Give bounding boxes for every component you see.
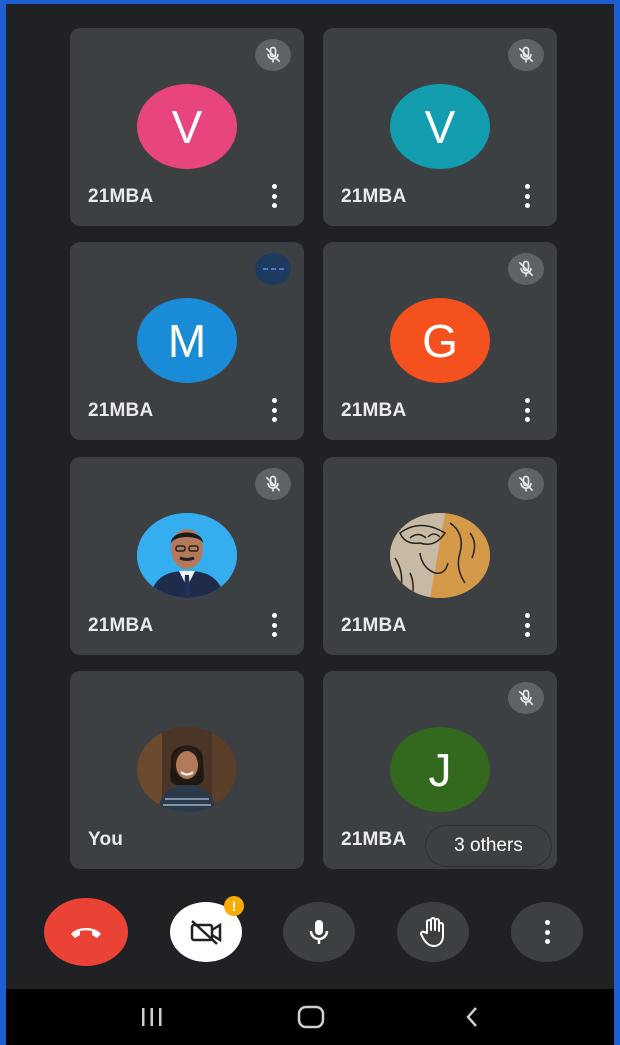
mic-off-icon <box>255 468 291 500</box>
avatar: V <box>137 84 237 169</box>
mic-off-icon <box>508 253 544 285</box>
participant-name: 21MBA <box>88 615 154 636</box>
camera-off-icon <box>190 920 222 945</box>
avatar-photo-sketch <box>390 513 490 598</box>
avatar: J <box>390 727 490 812</box>
more-vert-icon[interactable] <box>523 613 531 637</box>
participant-tile[interactable]: G 21MBA <box>323 242 557 440</box>
participant-name-you: You <box>88 829 124 850</box>
more-vert-icon[interactable] <box>270 613 278 637</box>
avatar: M <box>137 298 237 383</box>
others-chip[interactable]: 3 others <box>426 826 551 866</box>
meeting-screen: V 21MBA V 21MBA M 21MBA G 21MBA 21MBA 21… <box>6 4 614 1045</box>
microphone-icon <box>309 920 329 944</box>
participant-name: 21MBA <box>341 829 407 850</box>
self-tile[interactable]: You <box>70 671 304 869</box>
more-vert-icon <box>543 920 551 944</box>
warning-badge: ! <box>224 896 244 916</box>
more-vert-icon[interactable] <box>270 184 278 208</box>
more-vert-icon[interactable] <box>523 184 531 208</box>
mic-off-icon <box>508 39 544 71</box>
more-vert-icon[interactable] <box>270 398 278 422</box>
system-nav-bar <box>6 989 614 1045</box>
avatar: G <box>390 298 490 383</box>
hand-icon <box>420 917 444 947</box>
camera-toggle-button[interactable]: ! <box>170 896 244 962</box>
participant-tile[interactable]: 21MBA <box>323 457 557 655</box>
participant-name: 21MBA <box>341 615 407 636</box>
speaking-indicator-icon <box>255 253 291 285</box>
mic-off-icon <box>508 682 544 714</box>
participant-tile[interactable]: 21MBA <box>70 457 304 655</box>
participant-name: 21MBA <box>88 186 154 207</box>
participant-tile[interactable]: V 21MBA <box>70 28 304 226</box>
participant-tile[interactable]: V 21MBA <box>323 28 557 226</box>
microphone-button[interactable] <box>283 902 355 962</box>
participant-name: 21MBA <box>341 400 407 421</box>
avatar: V <box>390 84 490 169</box>
back-button[interactable] <box>461 1003 483 1031</box>
avatar-photo-man <box>137 513 237 598</box>
participant-name: 21MBA <box>88 400 154 421</box>
home-button[interactable] <box>296 1003 326 1031</box>
recent-apps-button[interactable] <box>138 1003 166 1031</box>
raise-hand-button[interactable] <box>397 902 469 962</box>
participant-tile[interactable]: M 21MBA <box>70 242 304 440</box>
participant-name: 21MBA <box>341 186 407 207</box>
more-options-button[interactable] <box>511 902 583 962</box>
more-vert-icon[interactable] <box>523 398 531 422</box>
end-call-button[interactable] <box>44 898 128 966</box>
phone-hangup-icon <box>71 928 101 938</box>
avatar-photo-woman <box>137 727 237 812</box>
mic-off-icon <box>255 39 291 71</box>
mic-off-icon <box>508 468 544 500</box>
